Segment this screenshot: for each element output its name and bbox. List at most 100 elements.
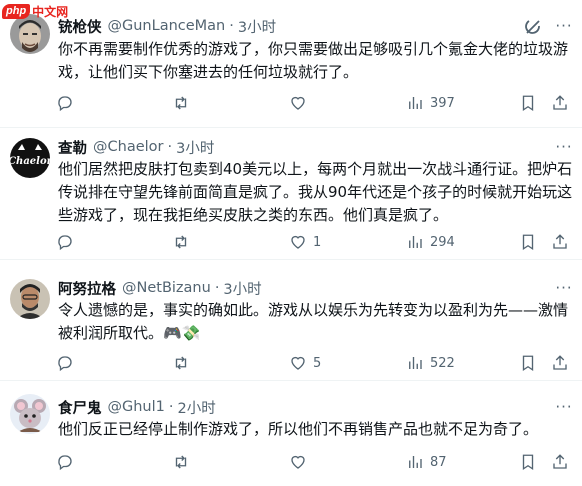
user-handle[interactable]: @Ghul1 [108,399,165,415]
bookmark-button[interactable] [519,232,537,252]
like-button[interactable]: 1 [289,232,321,252]
repost-icon [175,356,187,370]
views-button[interactable]: 522 [406,353,455,373]
person-avatar-icon [10,279,50,319]
tweet-text: 他们反正已经停止制作游戏了，所以他们不再销售产品也就不足为奇了。 [58,420,539,438]
watermark-badge: php [2,3,31,19]
like-count: 5 [313,355,322,371]
heart-icon [291,455,305,469]
display-name[interactable]: 食尸鬼 [58,397,102,418]
user-handle[interactable]: @NetBizanu [122,280,211,296]
repost-icon [175,455,187,469]
views-button[interactable]: 294 [406,232,455,252]
share-button[interactable] [551,232,569,252]
views-icon [409,357,422,369]
tweet[interactable]: 阿努拉格 @NetBizanu · 3小时 ··· 令人遗憾的是，事实的确如此。… [0,260,582,381]
separator: · [214,280,220,296]
tweet-header: 食尸鬼 @Ghul1 · 2小时 [58,397,216,417]
bookmark-button[interactable] [519,452,537,472]
like-button[interactable] [289,93,313,113]
reply-icon [58,356,72,372]
tweet[interactable]: 食尸鬼 @Ghul1 · 2小时 ··· 他们反正已经停止制作游戏了，所以他们不… [0,381,582,486]
tweet-text: 他们居然把皮肤打包卖到40美元以上，每两个月就出一次战斗通行证。把炉石传说排在守… [58,160,573,224]
share-button[interactable] [551,353,569,373]
more-icon[interactable]: ··· [553,16,575,36]
reply-button[interactable] [56,452,80,472]
more-icon[interactable]: ··· [553,137,575,157]
bookmark-icon [522,454,534,471]
tweet-actions: 5 522 [0,353,582,373]
reply-button[interactable] [56,232,80,252]
views-icon [409,456,422,468]
tweet-text: 令人遗憾的是，事实的确如此。游戏从以娱乐为先转变为以盈利为先——激情被利润所取代… [58,301,569,342]
bookmark-icon [522,355,534,372]
tweet-text: 你不再需要制作优秀的游戏了，你只需要做出足够吸引几个氪金大佬的垃圾游戏，让他们买… [58,40,569,81]
heart-icon [291,235,305,249]
avatar-text: Chaelor [10,156,50,167]
share-button[interactable] [551,93,569,113]
view-count: 87 [430,454,447,470]
bookmark-icon [522,234,534,251]
avatar[interactable] [10,279,50,319]
views-button[interactable]: 397 [406,93,455,113]
timestamp[interactable]: 3小时 [223,278,261,299]
timestamp[interactable]: 3小时 [238,16,276,37]
share-icon [553,454,567,469]
share-icon [553,95,567,110]
share-icon [553,355,567,370]
views-icon [409,236,422,248]
tweet[interactable]: 铳枪侠 @GunLanceMan · 3小时 ··· 你不再需要制作优秀的游戏了… [0,0,582,128]
tweet-header: 铳枪侠 @GunLanceMan · 3小时 [58,16,276,36]
repost-button[interactable] [172,452,196,472]
tweet-actions: 87 [0,452,582,472]
like-button[interactable]: 5 [289,353,321,373]
tweet-header: 查勒 @Chaelor · 3小时 [58,137,214,157]
view-count: 522 [430,355,455,371]
reply-icon [58,455,72,471]
avatar[interactable] [10,394,50,434]
user-handle[interactable]: @Chaelor [93,139,163,155]
repost-icon [175,96,187,110]
repost-button[interactable] [172,232,196,252]
reply-button[interactable] [56,93,80,113]
timestamp[interactable]: 3小时 [176,137,214,158]
views-button[interactable]: 87 [406,452,447,472]
reply-icon [58,235,72,251]
heart-icon [291,96,305,110]
tweet-header: 阿努拉格 @NetBizanu · 3小时 [58,278,262,298]
separator: · [167,139,173,155]
reply-icon [58,96,72,112]
repost-icon [175,235,187,249]
reply-button[interactable] [56,353,80,373]
bookmark-button[interactable] [519,353,537,373]
display-name[interactable]: 阿努拉格 [58,278,116,299]
tweet-actions: 397 [0,93,582,113]
share-icon [553,234,567,249]
views-icon [409,97,422,109]
chaelor-logo-avatar-icon: Chaelor [10,138,50,178]
tweet[interactable]: Chaelor 查勒 @Chaelor · 3小时 ··· 他们居然把皮肤打包卖… [0,128,582,260]
watermark-logo: php 中文网 [2,0,68,22]
avatar[interactable]: Chaelor [10,138,50,178]
separator: · [168,399,174,415]
mouse-avatar-icon [10,394,50,434]
watermark-text: 中文网 [32,4,69,19]
like-count: 1 [313,234,322,250]
heart-icon [291,356,305,370]
tweet-actions: 1 294 [0,232,582,252]
more-icon[interactable]: ··· [553,278,575,298]
repost-button[interactable] [172,93,196,113]
grok-icon[interactable] [523,17,543,37]
bookmark-button[interactable] [519,93,537,113]
bookmark-icon [522,95,534,112]
user-handle[interactable]: @GunLanceMan [108,18,226,34]
like-button[interactable] [289,452,313,472]
display-name[interactable]: 查勒 [58,137,87,158]
view-count: 294 [430,234,455,250]
repost-button[interactable] [172,353,196,373]
share-button[interactable] [551,452,569,472]
separator: · [229,18,234,34]
view-count: 397 [430,95,455,111]
timestamp[interactable]: 2小时 [177,397,215,418]
more-icon[interactable]: ··· [553,397,575,417]
